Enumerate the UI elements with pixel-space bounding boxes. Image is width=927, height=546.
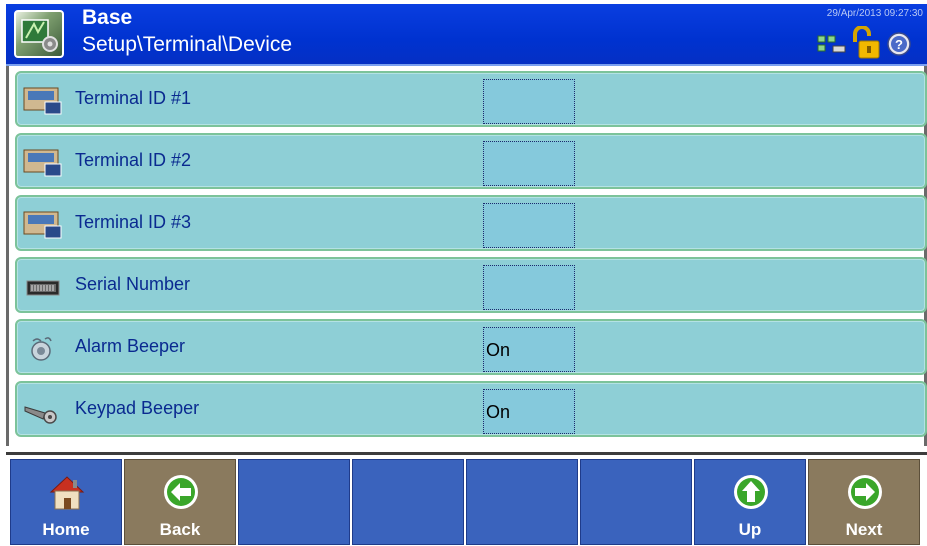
softkey-label: Up: [738, 520, 762, 539]
softkey-5[interactable]: [466, 459, 578, 545]
softkey-label: Back: [159, 520, 201, 539]
softkey-6[interactable]: [580, 459, 692, 545]
row-label: Terminal ID #1: [75, 88, 192, 108]
row-terminal-id-1[interactable]: Terminal ID #1: [15, 71, 927, 127]
serial-number-icon: [23, 273, 63, 301]
row-label: Serial Number: [75, 274, 191, 294]
back-arrow-icon: [161, 472, 201, 512]
terminal-setup-icon: [14, 10, 64, 58]
serial-number-field[interactable]: [483, 265, 575, 310]
row-terminal-id-3[interactable]: Terminal ID #3: [15, 195, 927, 251]
next-arrow-icon: [845, 472, 885, 512]
keypad-beeper-icon: [23, 397, 63, 425]
svg-text:?: ?: [895, 37, 903, 52]
next-button[interactable]: Next: [808, 459, 920, 545]
row-label: Terminal ID #2: [75, 150, 192, 170]
settings-list: Terminal ID #1 Terminal ID #2 Terminal I…: [6, 66, 927, 446]
header-bar: Base Setup\Terminal\Device 29/Apr/2013 0…: [6, 4, 927, 66]
terminal-icon: [23, 211, 63, 239]
alarm-beeper-icon: [23, 335, 63, 363]
row-keypad-beeper[interactable]: Keypad Beeper On: [15, 381, 927, 437]
padlock-open-icon: [849, 25, 883, 65]
app-title: Base: [82, 6, 133, 29]
softkey-label: Home: [42, 520, 90, 539]
terminal-icon: [23, 149, 63, 177]
softkey-label: Next: [845, 520, 883, 539]
home-icon: [47, 472, 87, 512]
alarm-beeper-select[interactable]: On: [483, 327, 575, 372]
softkey-4[interactable]: [352, 459, 464, 545]
terminal-id-3-field[interactable]: [483, 203, 575, 248]
row-terminal-id-2[interactable]: Terminal ID #2: [15, 133, 927, 189]
row-label: Alarm Beeper: [75, 336, 186, 356]
row-serial-number[interactable]: Serial Number: [15, 257, 927, 313]
row-label: Keypad Beeper: [75, 398, 200, 418]
status-icons: ?: [811, 25, 921, 61]
row-label: Terminal ID #3: [75, 212, 192, 232]
keypad-beeper-select[interactable]: On: [483, 389, 575, 434]
terminal-id-1-field[interactable]: [483, 79, 575, 124]
softkey-3[interactable]: [238, 459, 350, 545]
breadcrumb: Setup\Terminal\Device: [82, 33, 293, 56]
up-button[interactable]: Up: [694, 459, 806, 545]
terminal-icon: [23, 87, 63, 115]
home-button[interactable]: Home: [10, 459, 122, 545]
help-icon[interactable]: ?: [887, 32, 911, 61]
back-button[interactable]: Back: [124, 459, 236, 545]
network-icon: [817, 32, 847, 59]
up-arrow-icon: [731, 472, 771, 512]
terminal-id-2-field[interactable]: [483, 141, 575, 186]
datetime: 29/Apr/2013 09:27:30: [826, 8, 923, 19]
row-alarm-beeper[interactable]: Alarm Beeper On: [15, 319, 927, 375]
softkey-bar: Home Back Up Next: [6, 452, 927, 546]
